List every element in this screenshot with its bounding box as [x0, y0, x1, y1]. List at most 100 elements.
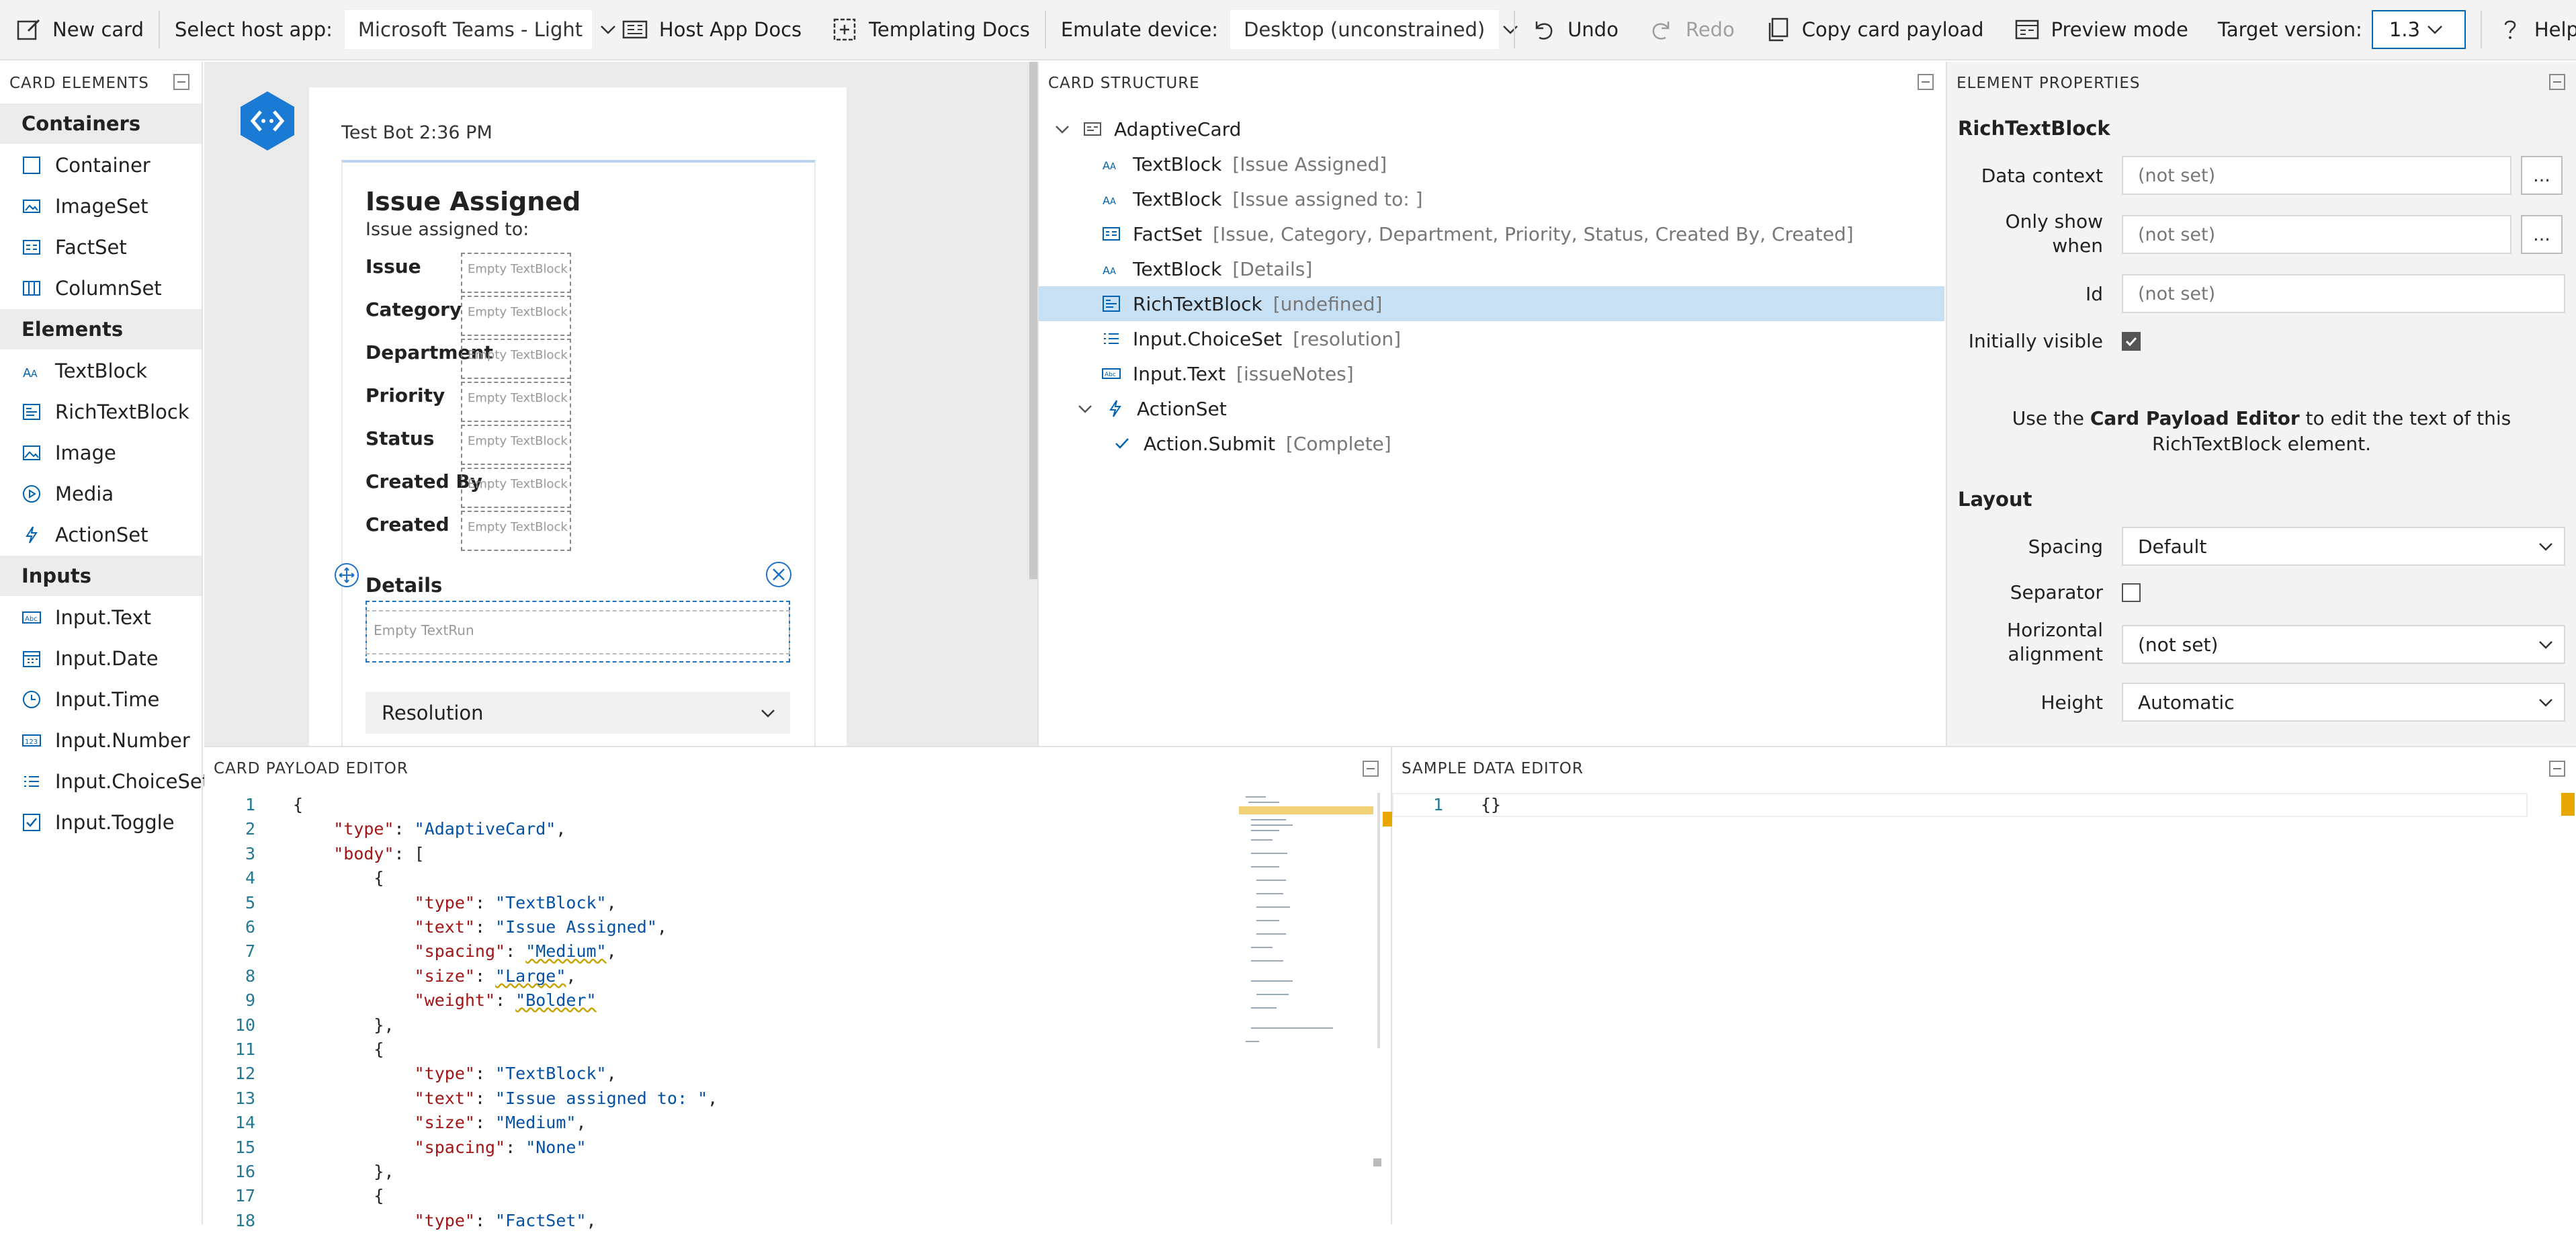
data-context-more-button[interactable]: ... [2521, 156, 2563, 195]
code-line[interactable]: 4 { [204, 866, 384, 890]
palette-item-actionset[interactable]: ActionSet [0, 515, 202, 555]
only-show-when-more-button[interactable]: ... [2521, 215, 2563, 254]
only-show-when-input[interactable]: (not set) [2122, 215, 2511, 254]
initially-visible-checkbox[interactable] [2122, 332, 2141, 351]
tree-node-input-text[interactable]: Abc Input.Text [issueNotes] [1039, 356, 1944, 391]
spacing-select[interactable]: Default [2122, 527, 2565, 566]
horizontal-alignment-select[interactable]: (not set) [2122, 625, 2565, 664]
palette-item-input-text[interactable]: Abc Input.Text [0, 597, 202, 638]
code-line[interactable]: 5 "type": "TextBlock", [204, 891, 617, 915]
tree-node-summary: [resolution] [1293, 327, 1402, 350]
collapse-icon[interactable] [1918, 74, 1934, 90]
code-line[interactable]: 2 "type": "AdaptiveCard", [204, 817, 566, 841]
height-select[interactable]: Automatic [2122, 683, 2565, 722]
copy-payload-button[interactable]: Copy card payload [1750, 0, 1999, 60]
fact-value[interactable]: Empty TextBlock [461, 382, 571, 422]
redo-button[interactable]: Redo [1633, 0, 1750, 60]
palette-item-imageset[interactable]: ImageSet [0, 186, 202, 226]
fact-value[interactable]: Empty TextBlock [461, 296, 571, 336]
editor-minimap[interactable] [1239, 793, 1380, 1048]
palette-item-factset[interactable]: FactSet [0, 227, 202, 267]
palette-item-container[interactable]: Container [0, 145, 202, 185]
tree-node-adaptivecard[interactable]: AdaptiveCard [1039, 112, 1944, 146]
payload-code-area[interactable]: 1{2 "type": "AdaptiveCard", 3 "body": [4 … [204, 793, 1232, 1230]
empty-textrun[interactable]: Empty TextRun [366, 610, 790, 654]
tree-node-textblock[interactable]: AA TextBlock [Details] [1039, 251, 1944, 286]
tree-node-richtextblock-selected[interactable]: RichTextBlock [undefined] [1039, 286, 1944, 321]
palette-item-media[interactable]: Media [0, 474, 202, 514]
palette-item-textblock[interactable]: AA TextBlock [0, 351, 202, 391]
palette-item-input-time[interactable]: Input.Time [0, 679, 202, 720]
code-line[interactable]: 1 {} [1392, 793, 1501, 817]
chevron-down-icon[interactable] [1054, 120, 1071, 138]
code-line[interactable]: 1{ [204, 793, 303, 817]
tree-node-actionset[interactable]: ActionSet [1039, 391, 1944, 426]
separator-checkbox[interactable] [2122, 583, 2141, 602]
code-line[interactable]: 8 "size": "Large", [204, 964, 576, 988]
code-line[interactable]: 10 }, [204, 1013, 394, 1037]
code-line[interactable]: 17 { [204, 1184, 384, 1208]
details-heading[interactable]: Details [366, 574, 442, 597]
move-handle-icon[interactable] [333, 562, 360, 589]
card-title[interactable]: Issue Assigned [366, 187, 581, 216]
image-icon [23, 445, 40, 460]
code-line[interactable]: 18 "type": "FactSet", [204, 1209, 597, 1233]
pane-divider[interactable] [1037, 62, 1039, 746]
code-line[interactable]: 11 { [204, 1037, 384, 1062]
adaptive-card[interactable]: Issue Assigned Issue assigned to: Issue … [335, 160, 816, 746]
palette-item-richtextblock[interactable]: RichTextBlock [0, 392, 202, 432]
host-app-docs-button[interactable]: Host App Docs [607, 0, 816, 60]
emulate-device-select[interactable]: Desktop (unconstrained) [1230, 10, 1518, 49]
resolution-choiceset[interactable]: Resolution [366, 692, 790, 734]
preview-mode-button[interactable]: Preview mode [1999, 0, 2203, 60]
palette-item-image[interactable]: Image [0, 433, 202, 473]
data-context-value: (not set) [2138, 165, 2216, 186]
new-card-button[interactable]: New card [0, 0, 159, 60]
code-line[interactable]: 13 "text": "Issue assigned to: ", [204, 1087, 718, 1111]
code-line[interactable]: 16 }, [204, 1160, 394, 1184]
scroll-thumb[interactable] [1373, 1158, 1381, 1166]
palette-item-input-date[interactable]: Input.Date [0, 638, 202, 679]
sample-code-area[interactable]: 1 {} [1392, 793, 2534, 1224]
palette-item-input-toggle[interactable]: Input.Toggle [0, 802, 202, 843]
data-context-input[interactable]: (not set) [2122, 156, 2511, 195]
fact-value[interactable]: Empty TextBlock [461, 339, 571, 379]
calendar-icon [23, 651, 40, 667]
palette-item-input-choiceset[interactable]: Input.ChoiceSet [0, 761, 210, 802]
target-version-select[interactable]: 1.3 [2371, 10, 2466, 49]
tree-node-action-submit[interactable]: Action.Submit [Complete] [1039, 426, 1944, 461]
collapse-icon[interactable] [1363, 761, 1379, 777]
code-line[interactable]: 15 "spacing": "None" [204, 1136, 587, 1160]
tree-node-textblock[interactable]: AA TextBlock [Issue assigned to: ] [1039, 181, 1944, 216]
fact-value[interactable]: Empty TextBlock [461, 253, 571, 293]
palette-item-input-number[interactable]: 123 Input.Number [0, 720, 202, 761]
fact-value[interactable]: Empty TextBlock [461, 425, 571, 465]
code-line[interactable]: 7 "spacing": "Medium", [204, 939, 617, 964]
host-app-select[interactable]: Microsoft Teams - Light [344, 10, 616, 49]
fact-value[interactable]: Empty TextBlock [461, 511, 571, 551]
collapse-icon[interactable] [173, 74, 189, 90]
preview-scrollbar[interactable] [1029, 62, 1037, 579]
help-button[interactable]: Help [2482, 0, 2576, 60]
tree-node-textblock[interactable]: AA TextBlock [Issue Assigned] [1039, 146, 1944, 181]
code-line[interactable]: 14 "size": "Medium", [204, 1111, 587, 1135]
collapse-icon[interactable] [2549, 761, 2565, 777]
undo-button[interactable]: Undo [1515, 0, 1633, 60]
palette-item-columnset[interactable]: ColumnSet [0, 268, 202, 308]
fact-value[interactable]: Empty TextBlock [461, 468, 571, 508]
code-line[interactable]: 9 "weight": "Bolder" [204, 988, 597, 1013]
id-input[interactable]: (not set) [2122, 274, 2565, 313]
code-line[interactable]: 3 "body": [ [204, 842, 425, 866]
collapse-icon[interactable] [2549, 74, 2565, 90]
tree-node-input-choiceset[interactable]: Input.ChoiceSet [resolution] [1039, 321, 1944, 356]
code-line[interactable]: 12 "type": "TextBlock", [204, 1062, 617, 1086]
card-subtitle[interactable]: Issue assigned to: [366, 219, 529, 240]
code-line[interactable]: 6 "text": "Issue Assigned", [204, 915, 667, 939]
delete-element-icon[interactable] [765, 560, 793, 589]
hint-text: Use the [2012, 407, 2090, 429]
templating-docs-button[interactable]: Templating Docs [816, 0, 1045, 60]
chevron-down-icon[interactable] [1076, 400, 1094, 417]
pane-divider[interactable] [1946, 62, 1947, 746]
tree-node-factset[interactable]: FactSet [Issue, Category, Department, Pr… [1039, 216, 1944, 251]
